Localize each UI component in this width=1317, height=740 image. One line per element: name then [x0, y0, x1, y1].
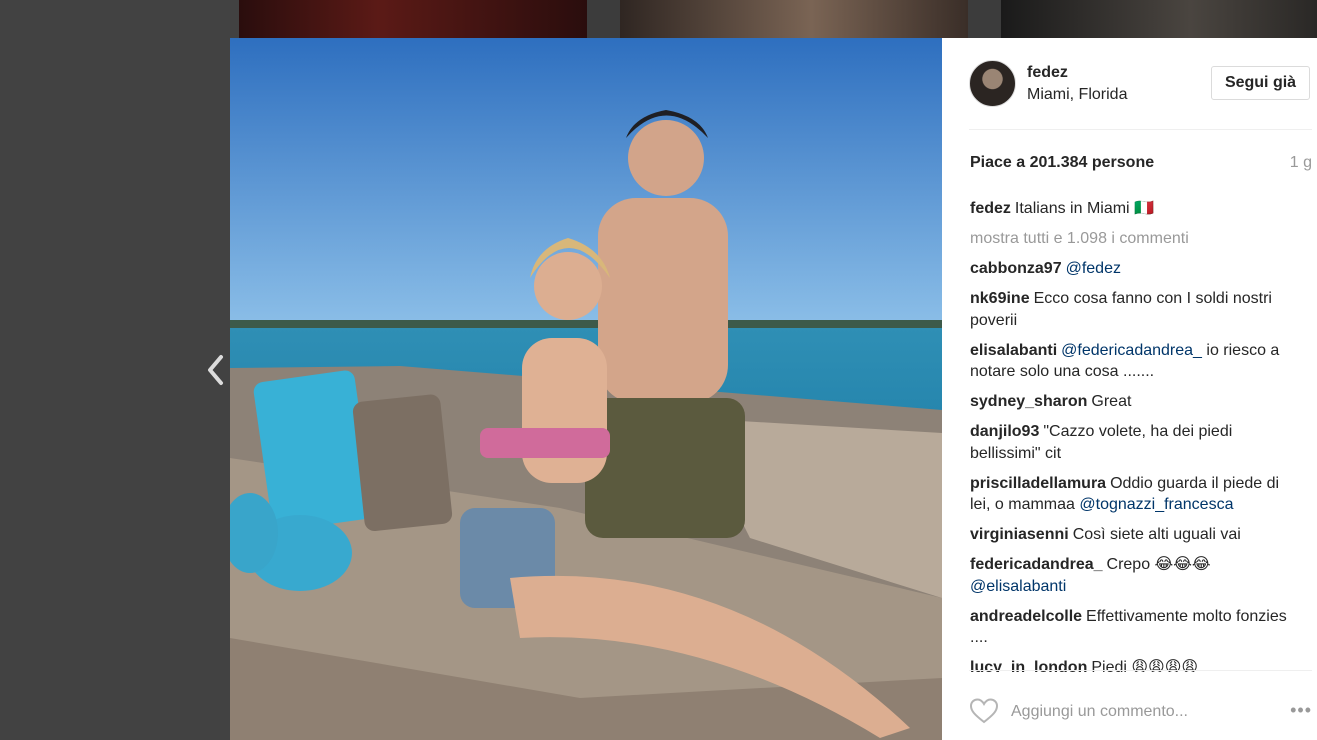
following-button[interactable]: Segui già [1211, 66, 1310, 100]
comment-text: Così siete alti uguali vai [1072, 526, 1241, 543]
chevron-left-icon [208, 355, 223, 385]
caption-username[interactable]: fedez [970, 200, 1011, 217]
comment-username[interactable]: danjilo93 [970, 423, 1039, 440]
comment-username[interactable]: virginiasenni [970, 526, 1069, 543]
post-photo-illustration [230, 38, 942, 740]
comments-list: fedez Italians in Miami 🇮🇹 mostra tutti e… [970, 198, 1295, 672]
previous-post-button[interactable] [202, 352, 230, 388]
post-header: fedez Miami, Florida Segui già [969, 60, 1312, 110]
thumbnail-previous-row[interactable] [239, 0, 587, 38]
list-item: priscilladellamura Oddio guarda il piede … [970, 473, 1295, 516]
comment-username[interactable]: nk69ine [970, 290, 1030, 307]
list-item: danjilo93 "Cazzo volete, ha dei piedi bel… [970, 421, 1295, 464]
list-item: sydney_sharon Great [970, 391, 1295, 413]
comment-mention[interactable]: @federicadandrea_ [1061, 342, 1202, 359]
header-divider [969, 129, 1312, 130]
comment-username[interactable]: elisalabanti [970, 342, 1057, 359]
thumbnail-previous-row[interactable] [1001, 0, 1317, 38]
post-details-panel: fedez Miami, Florida Segui già Piace a 2… [942, 38, 1317, 740]
heart-icon[interactable] [969, 697, 999, 725]
list-item: federicadandrea_ Crepo 😂😂😂 @elisalabanti [970, 554, 1295, 597]
list-item: cabbonza97 @fedez [970, 258, 1295, 280]
post-location[interactable]: Miami, Florida [1027, 86, 1127, 104]
comment-username[interactable]: priscilladellamura [970, 475, 1106, 492]
view-all-comments-link[interactable]: mostra tutti e 1.098 i commenti [970, 228, 1295, 250]
caption-text: Italians in Miami 🇮🇹 [1014, 200, 1154, 217]
thumbnail-previous-row[interactable] [620, 0, 968, 38]
avatar[interactable] [969, 60, 1016, 107]
comment-mention[interactable]: @fedez [1066, 260, 1121, 277]
comment-username[interactable]: cabbonza97 [970, 260, 1062, 277]
likes-count[interactable]: Piace a 201.384 persone [970, 154, 1154, 172]
comment-username[interactable]: federicadandrea_ [970, 556, 1103, 573]
post-photo[interactable] [230, 38, 942, 740]
caption: fedez Italians in Miami 🇮🇹 [970, 198, 1295, 220]
comment-text: Great [1091, 393, 1132, 410]
post-time[interactable]: 1 g [1290, 154, 1312, 172]
comment-input[interactable] [1009, 696, 1263, 728]
comment-username[interactable]: sydney_sharon [970, 393, 1087, 410]
post-username[interactable]: fedez [1027, 64, 1068, 82]
more-options-icon[interactable]: ••• [1290, 700, 1312, 721]
add-comment-bar: ••• [969, 688, 1312, 734]
list-item: nk69ine Ecco cosa fanno con I soldi nostr… [970, 288, 1295, 331]
comment-mention[interactable]: @tognazzi_francesca [1079, 496, 1233, 513]
comment-username[interactable]: andreadelcolle [970, 608, 1082, 625]
comment-mention[interactable]: @elisalabanti [970, 578, 1066, 595]
comments-divider [969, 670, 1312, 671]
list-item: virginiasenni Così siete alti uguali vai [970, 524, 1295, 546]
comment-text: Crepo 😂😂😂 [1106, 556, 1211, 573]
list-item: andreadelcolle Effettivamente molto fonzi… [970, 606, 1295, 649]
list-item: elisalabanti @federicadandrea_ io riesco … [970, 340, 1295, 383]
